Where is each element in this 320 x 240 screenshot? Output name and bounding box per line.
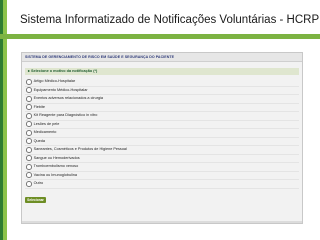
option-row[interactable]: Artigo Médico-Hospitalar (25, 78, 299, 87)
option-row[interactable]: Kit Reagente para Diagnóstico in vitro (25, 112, 299, 121)
option-label: Medicamento (33, 130, 57, 135)
option-label: Lesões de pele (33, 121, 60, 126)
option-label: Kit Reagente para Diagnóstico in vitro (33, 113, 98, 118)
radio-button[interactable] (26, 95, 32, 102)
radio-button[interactable] (26, 104, 32, 111)
select-button[interactable]: Selecionar (25, 196, 46, 203)
embedded-app-window: SISTEMA DE GERENCIAMENTO DE RISCO EM SAÚ… (21, 52, 303, 224)
notification-reason-options: Artigo Médico-Hospitalar Equipamento Méd… (25, 78, 299, 189)
option-row[interactable]: Saneantes, Cosméticos e Produtos de Higi… (25, 146, 299, 155)
option-row[interactable]: Lesões de pele (25, 121, 299, 129)
radio-button[interactable] (26, 78, 32, 85)
radio-button[interactable] (26, 138, 32, 145)
radio-button[interactable] (26, 121, 32, 128)
option-row[interactable]: Sangue ou Hemoderivados (25, 155, 299, 163)
radio-button[interactable] (26, 172, 32, 179)
option-row[interactable]: Queda (25, 138, 299, 146)
option-row[interactable]: Eventos adversos relacionados a cirurgia (25, 95, 299, 104)
option-label: Vacina ou Imunoglobulina (33, 172, 78, 177)
radio-button[interactable] (26, 163, 32, 170)
radio-button[interactable] (26, 180, 32, 187)
radio-button[interactable] (26, 112, 32, 119)
window-footer (22, 221, 302, 223)
section-title: ▸ Selecione o motivo da notificação (*) (25, 68, 299, 75)
option-label: Flebite (33, 104, 45, 109)
option-row[interactable]: Vacina ou Imunoglobulina (25, 172, 299, 180)
radio-button[interactable] (26, 129, 32, 136)
title-divider (0, 34, 320, 39)
option-label: Sangue ou Hemoderivados (33, 155, 80, 160)
option-label: Queda (33, 138, 45, 143)
option-row[interactable]: Flebite (25, 104, 299, 112)
option-label: Eventos adversos relacionados a cirurgia (33, 96, 104, 101)
option-row[interactable]: Outro (25, 180, 299, 189)
section-title-text: Selecione o motivo da notificação (*) (30, 69, 98, 73)
option-label: Artigo Médico-Hospitalar (33, 79, 76, 84)
radio-button[interactable] (26, 155, 32, 162)
option-row[interactable]: Medicamento (25, 129, 299, 138)
option-label: Saneantes, Cosméticos e Produtos de Higi… (33, 147, 127, 152)
app-header: SISTEMA DE GERENCIAMENTO DE RISCO EM SAÚ… (22, 53, 302, 62)
option-label: Equipamento Médico-Hospitalar (33, 87, 88, 92)
option-row[interactable]: Tromboembolismo venoso (25, 163, 299, 172)
option-label: Outro (33, 181, 44, 186)
radio-button[interactable] (26, 87, 32, 94)
option-row[interactable]: Equipamento Médico-Hospitalar (25, 87, 299, 95)
option-label: Tromboembolismo venoso (33, 164, 79, 169)
radio-button[interactable] (26, 146, 32, 153)
slide-title: Sistema Informatizado de Notificações Vo… (20, 14, 320, 26)
